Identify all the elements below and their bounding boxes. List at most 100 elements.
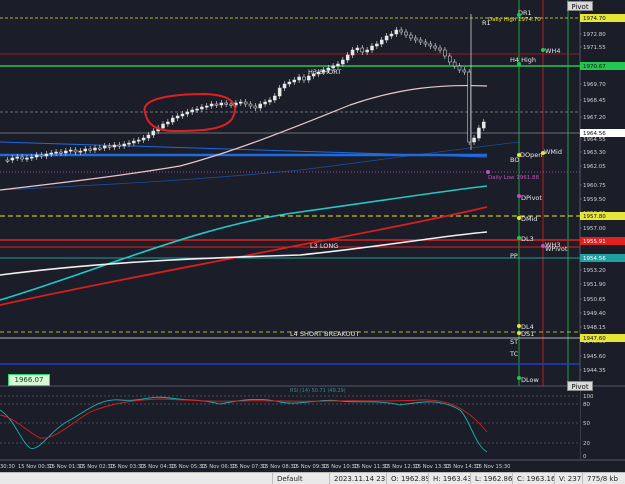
candle-body <box>73 149 78 153</box>
price-tick-label: 1963.30 <box>583 150 606 156</box>
candle-body <box>190 109 194 113</box>
marker-dot <box>486 170 490 174</box>
price-tick-label: 1972.80 <box>583 32 606 38</box>
candle-body <box>448 55 452 63</box>
candle-body <box>20 156 24 160</box>
candle-body <box>375 43 379 47</box>
candle-body <box>136 139 141 142</box>
price-tick-label: 1960.75 <box>583 183 606 189</box>
osc-tick-20: 20 <box>583 441 590 447</box>
candle-body <box>345 54 350 61</box>
price-tick-label: 1948.15 <box>583 325 606 331</box>
price-tick-label: 1959.50 <box>583 197 606 203</box>
marker-dot <box>517 216 521 220</box>
label-dmid: DMid <box>521 215 538 223</box>
candle-body <box>214 103 219 106</box>
time-tick-label: 15 Nov 15:30 <box>476 464 511 470</box>
price-tick-label: 1950.65 <box>583 297 606 303</box>
candle-body <box>64 150 68 154</box>
candle-body <box>336 63 340 67</box>
candle-body <box>389 33 394 37</box>
candle-body <box>205 105 209 108</box>
price-tick-label: 1944.35 <box>583 368 606 374</box>
label-l4-short: L4 SHORT BREAKOUT <box>290 330 359 338</box>
label-tc: TC <box>509 350 519 358</box>
label-l3-long: L3 LONG <box>310 242 338 250</box>
candle-body <box>185 111 190 115</box>
candle-body <box>404 31 408 36</box>
candle-body <box>423 41 428 45</box>
label-wmid: WMid <box>544 148 562 156</box>
marker-dot <box>517 331 521 335</box>
candle-body <box>457 65 462 71</box>
label-wh4: WH4 <box>545 47 560 55</box>
candle-body <box>273 95 277 101</box>
status-close: C: 1963.16 <box>512 473 554 484</box>
candle-body <box>180 113 185 117</box>
price-chart[interactable]: DR1 Daily High 1974.70 R1 WH4 H4 High H3… <box>0 0 625 472</box>
status-traffic[interactable]: 775/8 kb <box>582 473 625 484</box>
marker-dot <box>517 236 521 240</box>
candle-body <box>384 35 389 41</box>
candle-body <box>433 45 437 49</box>
candle-body <box>127 142 131 145</box>
candle-body <box>15 156 19 159</box>
candle-body <box>59 151 63 154</box>
chart-area[interactable]: DR1 Daily High 1974.70 R1 WH4 H4 High H3… <box>0 0 625 472</box>
label-st: ST <box>510 338 518 346</box>
candle-body <box>98 147 102 150</box>
candle-body <box>39 154 44 157</box>
price-tick-label: 1957.00 <box>583 226 606 232</box>
candle-body <box>355 47 360 51</box>
candle-body <box>482 121 486 129</box>
candle-body <box>462 69 467 73</box>
label-daily-low: Daily Low 1961.88 <box>488 175 539 181</box>
candle-body <box>44 153 49 157</box>
candle-body <box>302 76 306 81</box>
label-daily-high: Daily High 1974.70 <box>488 17 541 23</box>
candle-body <box>170 117 175 123</box>
candle-body <box>229 103 233 106</box>
price-highlight-label: 1974.70 <box>583 16 606 22</box>
candle-body <box>5 159 10 162</box>
price-tick-label: 1968.45 <box>583 98 606 104</box>
marker-dot <box>517 324 521 328</box>
marker-dot <box>541 244 545 248</box>
price-box[interactable]: 1966.07 <box>8 374 50 386</box>
label-dopen: DOpen <box>520 151 542 159</box>
candle-body <box>88 148 92 151</box>
candle-body <box>360 47 365 53</box>
candle-body <box>307 75 311 81</box>
price-tick-label: 1953.20 <box>583 268 606 274</box>
price-highlight-label: 1954.56 <box>583 256 606 262</box>
candle-body <box>10 157 15 161</box>
candle-body <box>268 99 272 103</box>
candle-body <box>287 81 292 85</box>
price-highlight-label: 1957.80 <box>583 214 606 220</box>
osc-tick-50: 50 <box>583 421 590 427</box>
candle-body <box>277 87 282 97</box>
status-low: L: 1962.86 <box>470 473 512 484</box>
price-tick-label: 1949.40 <box>583 311 606 317</box>
candle-body <box>83 148 88 152</box>
label-wpivot: WPivot <box>545 245 568 253</box>
status-open: O: 1962.89 <box>386 473 428 484</box>
candle-body <box>443 49 447 57</box>
candle-body <box>224 102 228 105</box>
pivot-button-bottom[interactable]: Pivot <box>567 381 593 391</box>
candle-body <box>219 102 224 106</box>
time-axis-ticks: 30:30 15 Nov 00:3015 Nov 01:3015 Nov 02:3… <box>0 464 510 470</box>
candle-body <box>68 149 73 152</box>
candle-body <box>282 83 287 89</box>
candle-body <box>102 145 107 149</box>
marker-dot <box>517 153 521 157</box>
marker-dot <box>517 194 521 198</box>
price-tick-label: 1967.20 <box>583 115 606 121</box>
status-profile[interactable]: Default <box>272 473 329 484</box>
candle-body <box>248 103 253 107</box>
marker-dot <box>517 62 521 66</box>
candle-body <box>30 156 34 159</box>
candle-body <box>297 76 301 81</box>
candle-body <box>399 29 403 33</box>
pivot-button-top[interactable]: Pivot <box>567 1 593 11</box>
